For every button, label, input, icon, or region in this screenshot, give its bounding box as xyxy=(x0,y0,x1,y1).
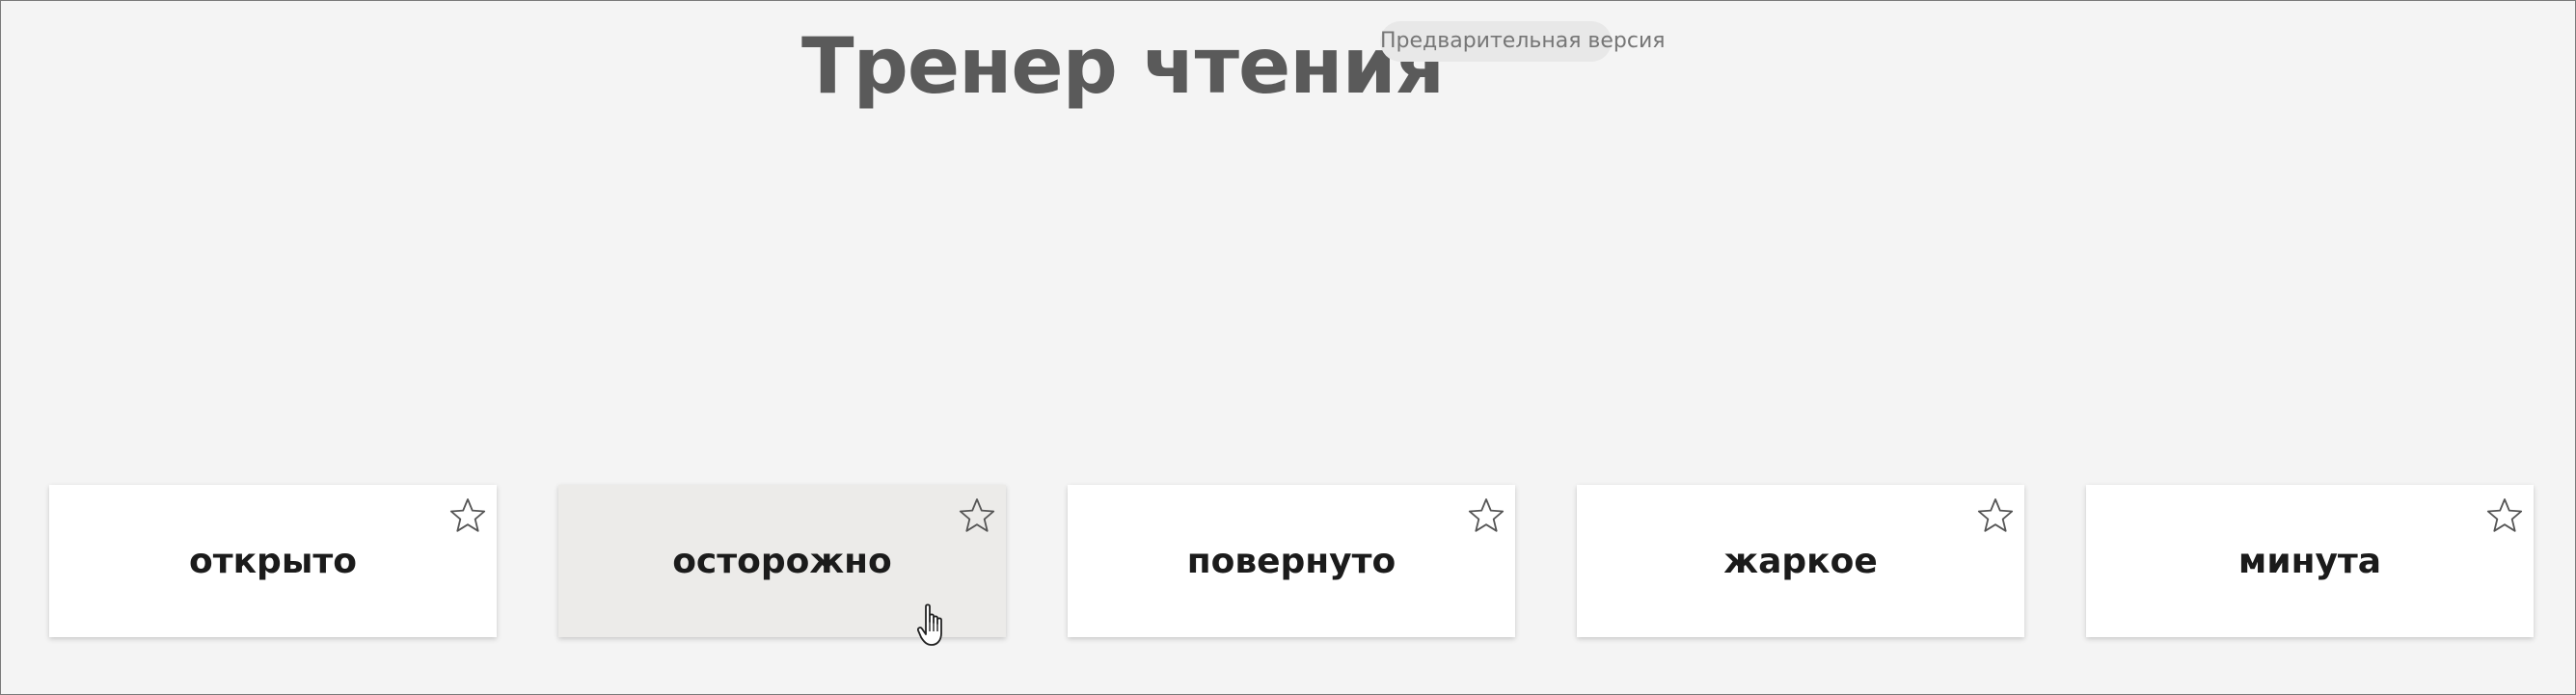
star-outline-icon[interactable] xyxy=(958,496,996,535)
word-card-5[interactable]: минута xyxy=(2086,485,2534,637)
hand-pointer-icon xyxy=(917,603,942,646)
word-card-text: жаркое xyxy=(1723,541,1878,581)
star-outline-icon[interactable] xyxy=(2485,496,2524,535)
star-outline-icon[interactable] xyxy=(1976,496,2015,535)
app-window: Тренер чтения Предварительная версия отк… xyxy=(0,0,2576,695)
page-title: Тренер чтения xyxy=(801,21,1445,111)
word-card-list: открыто осторожно повернуто жаркое минут… xyxy=(49,485,2534,637)
star-outline-icon[interactable] xyxy=(448,496,487,535)
word-card-3[interactable]: повернуто xyxy=(1068,485,1515,637)
word-card-text: открыто xyxy=(189,541,357,581)
word-card-1[interactable]: открыто xyxy=(49,485,497,637)
word-card-4[interactable]: жаркое xyxy=(1577,485,2024,637)
star-outline-icon[interactable] xyxy=(1467,496,1505,535)
word-card-text: минута xyxy=(2237,541,2382,581)
preview-badge: Предварительная версия xyxy=(1380,21,1666,62)
word-card-text: повернуто xyxy=(1186,541,1396,581)
